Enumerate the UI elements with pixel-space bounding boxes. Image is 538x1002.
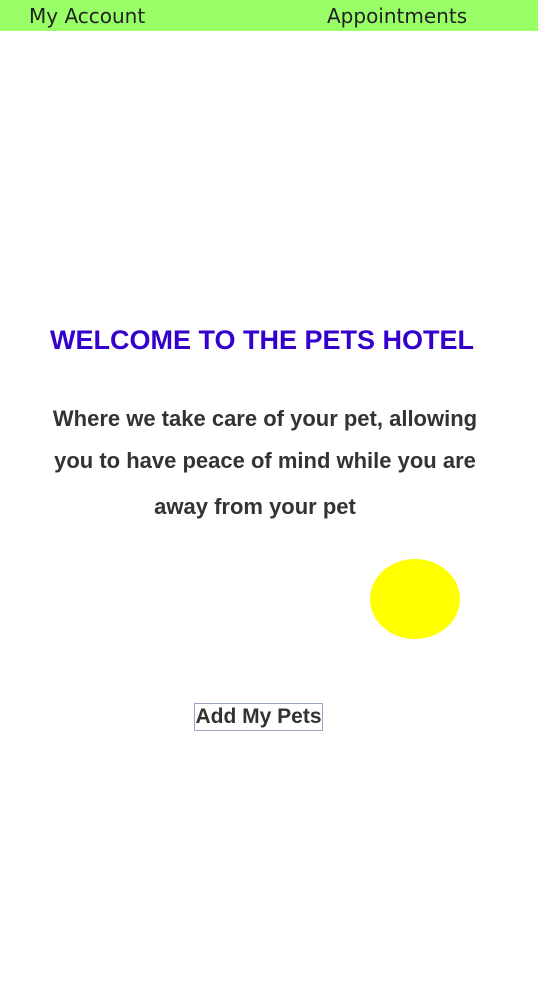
nav-appointments-link[interactable]: Appointments (327, 3, 467, 29)
top-nav-bar: My Account Appointments (0, 0, 538, 31)
yellow-circle-decoration (370, 559, 460, 639)
page-title: WELCOME TO THE PETS HOTEL (49, 325, 474, 355)
tagline-line-3: away from your pet (154, 494, 356, 519)
add-my-pets-button[interactable]: Add My Pets (194, 703, 323, 731)
tagline-line-2: you to have peace of mind while you are (54, 448, 476, 473)
tagline-line-1: Where we take care of your pet, allowing (52, 406, 478, 431)
nav-my-account-link[interactable]: My Account (29, 3, 145, 29)
